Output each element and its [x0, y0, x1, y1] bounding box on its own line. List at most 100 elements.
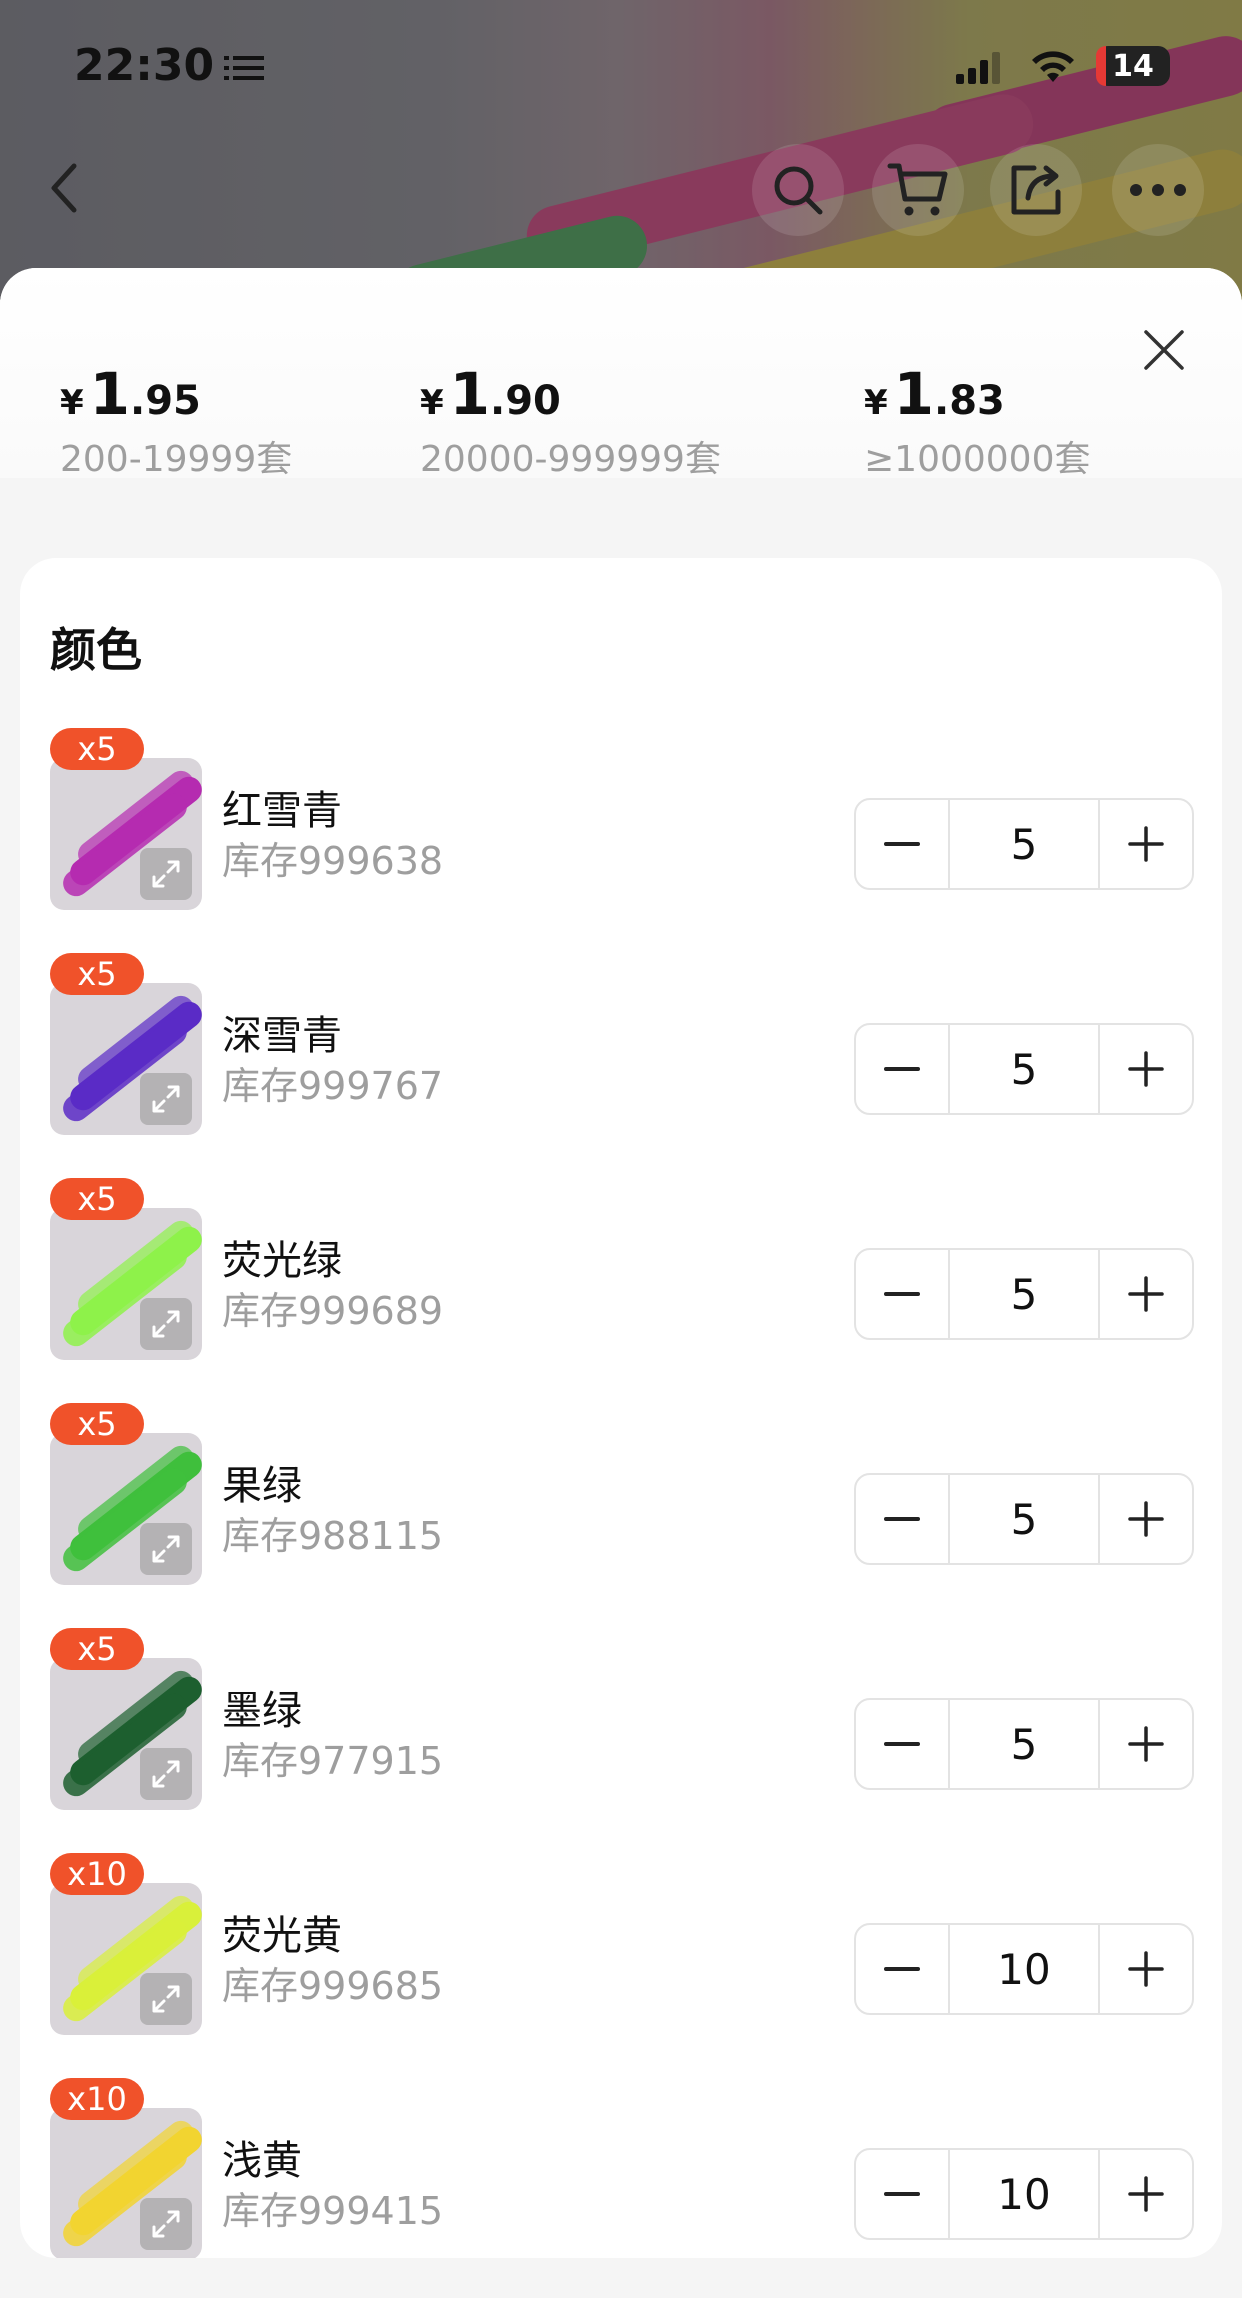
sku-name: 荧光黄 [222, 1913, 342, 1959]
cart-icon [887, 163, 948, 216]
increase-button[interactable] [1100, 1025, 1192, 1113]
tier-range: 20000-999999套 [420, 439, 721, 480]
share-button[interactable] [990, 144, 1082, 236]
sku-row: x5 墨绿 库存977915 5 [20, 1628, 1222, 1828]
quantity-multiplier-badge: x10 [50, 2078, 144, 2120]
quantity-input[interactable]: 5 [948, 800, 1100, 888]
tier-price: ¥1.90 [420, 360, 561, 428]
sku-row: x5 荧光绿 库存999689 5 [20, 1178, 1222, 1378]
decrease-button[interactable] [856, 800, 948, 888]
sku-thumbnail[interactable] [50, 1208, 202, 1360]
quantity-stepper: 5 [854, 1698, 1194, 1790]
tier-price: ¥1.95 [60, 360, 201, 428]
sku-name: 果绿 [222, 1463, 302, 1509]
minus-icon [884, 1967, 920, 1971]
sku-thumbnail[interactable] [50, 2108, 202, 2258]
expand-icon[interactable] [140, 1073, 192, 1125]
quantity-stepper: 5 [854, 1473, 1194, 1565]
increase-button[interactable] [1100, 800, 1192, 888]
color-options-card: 颜色 x5 红雪青 库存999638 5 x5 深雪青 库存999767 5 x… [20, 558, 1222, 2258]
quantity-multiplier-badge: x5 [50, 728, 144, 770]
sku-stock: 库存999689 [222, 1289, 444, 1333]
sku-stock: 库存999415 [222, 2189, 444, 2233]
price-tier: ¥1.95 200-19999套 [60, 360, 292, 482]
quantity-multiplier-badge: x5 [50, 1178, 144, 1220]
minus-icon [884, 2192, 920, 2196]
expand-icon[interactable] [140, 2198, 192, 2250]
increase-button[interactable] [1100, 1475, 1192, 1563]
cart-button[interactable] [872, 144, 964, 236]
expand-icon[interactable] [140, 1973, 192, 2025]
sku-stock: 库存999685 [222, 1964, 444, 2008]
quantity-multiplier-badge: x5 [50, 953, 144, 995]
sku-stock: 库存999767 [222, 1064, 444, 1108]
sku-row: x5 深雪青 库存999767 5 [20, 953, 1222, 1153]
section-title: 颜色 [50, 623, 142, 677]
sku-stock: 库存999638 [222, 839, 444, 883]
quantity-input[interactable]: 10 [948, 1925, 1100, 2013]
decrease-button[interactable] [856, 1025, 948, 1113]
more-button[interactable] [1112, 144, 1204, 236]
increase-button[interactable] [1100, 1250, 1192, 1338]
more-icon [1130, 184, 1186, 196]
quantity-input[interactable]: 5 [948, 1250, 1100, 1338]
plus-icon [1128, 1051, 1164, 1087]
close-icon[interactable] [1134, 320, 1194, 380]
quantity-multiplier-badge: x10 [50, 1853, 144, 1895]
sku-row: x5 果绿 库存988115 5 [20, 1403, 1222, 1603]
quantity-input[interactable]: 5 [948, 1025, 1100, 1113]
sku-stock: 库存977915 [222, 1739, 444, 1783]
status-bar: 22:30 14 [0, 0, 1242, 130]
battery-indicator: 14 [1096, 46, 1170, 86]
increase-button[interactable] [1100, 2150, 1192, 2238]
decrease-button[interactable] [856, 1475, 948, 1563]
quantity-input[interactable]: 5 [948, 1700, 1100, 1788]
plus-icon [1128, 1726, 1164, 1762]
minus-icon [884, 1742, 920, 1746]
tier-range: ≥1000000套 [864, 439, 1091, 480]
increase-button[interactable] [1100, 1925, 1192, 2013]
sku-thumbnail[interactable] [50, 983, 202, 1135]
quantity-stepper: 10 [854, 2148, 1194, 2240]
sku-name: 墨绿 [222, 1688, 302, 1734]
quantity-stepper: 5 [854, 798, 1194, 890]
increase-button[interactable] [1100, 1700, 1192, 1788]
expand-icon[interactable] [140, 848, 192, 900]
sku-name: 荧光绿 [222, 1238, 342, 1284]
search-button[interactable] [752, 144, 844, 236]
sku-thumbnail[interactable] [50, 1433, 202, 1585]
quantity-multiplier-badge: x5 [50, 1628, 144, 1670]
decrease-button[interactable] [856, 1700, 948, 1788]
tier-range: 200-19999套 [60, 439, 293, 480]
decrease-button[interactable] [856, 1250, 948, 1338]
decrease-button[interactable] [856, 2150, 948, 2238]
minus-icon [884, 1292, 920, 1296]
wifi-icon [1032, 51, 1074, 82]
sku-row: x10 荧光黄 库存999685 10 [20, 1853, 1222, 2053]
plus-icon [1128, 1951, 1164, 1987]
expand-icon[interactable] [140, 1748, 192, 1800]
price-tier: ¥1.83 ≥1000000套 [864, 360, 1091, 482]
quantity-input[interactable]: 10 [948, 2150, 1100, 2238]
sku-stock: 库存988115 [222, 1514, 444, 1558]
sku-row: x5 红雪青 库存999638 5 [20, 728, 1222, 928]
plus-icon [1128, 2176, 1164, 2212]
minus-icon [884, 1067, 920, 1071]
quantity-stepper: 5 [854, 1023, 1194, 1115]
tier-price: ¥1.83 [864, 360, 1005, 428]
expand-icon[interactable] [140, 1298, 192, 1350]
quantity-stepper: 5 [854, 1248, 1194, 1340]
sku-name: 红雪青 [222, 788, 342, 834]
decrease-button[interactable] [856, 1925, 948, 2013]
plus-icon [1128, 1501, 1164, 1537]
sku-thumbnail[interactable] [50, 758, 202, 910]
quantity-multiplier-badge: x5 [50, 1403, 144, 1445]
quantity-input[interactable]: 5 [948, 1475, 1100, 1563]
sku-name: 深雪青 [222, 1013, 342, 1059]
sku-thumbnail[interactable] [50, 1658, 202, 1810]
sku-thumbnail[interactable] [50, 1883, 202, 2035]
battery-level: 14 [1112, 48, 1154, 84]
expand-icon[interactable] [140, 1523, 192, 1575]
back-icon[interactable] [40, 152, 90, 224]
list-icon [224, 56, 264, 80]
